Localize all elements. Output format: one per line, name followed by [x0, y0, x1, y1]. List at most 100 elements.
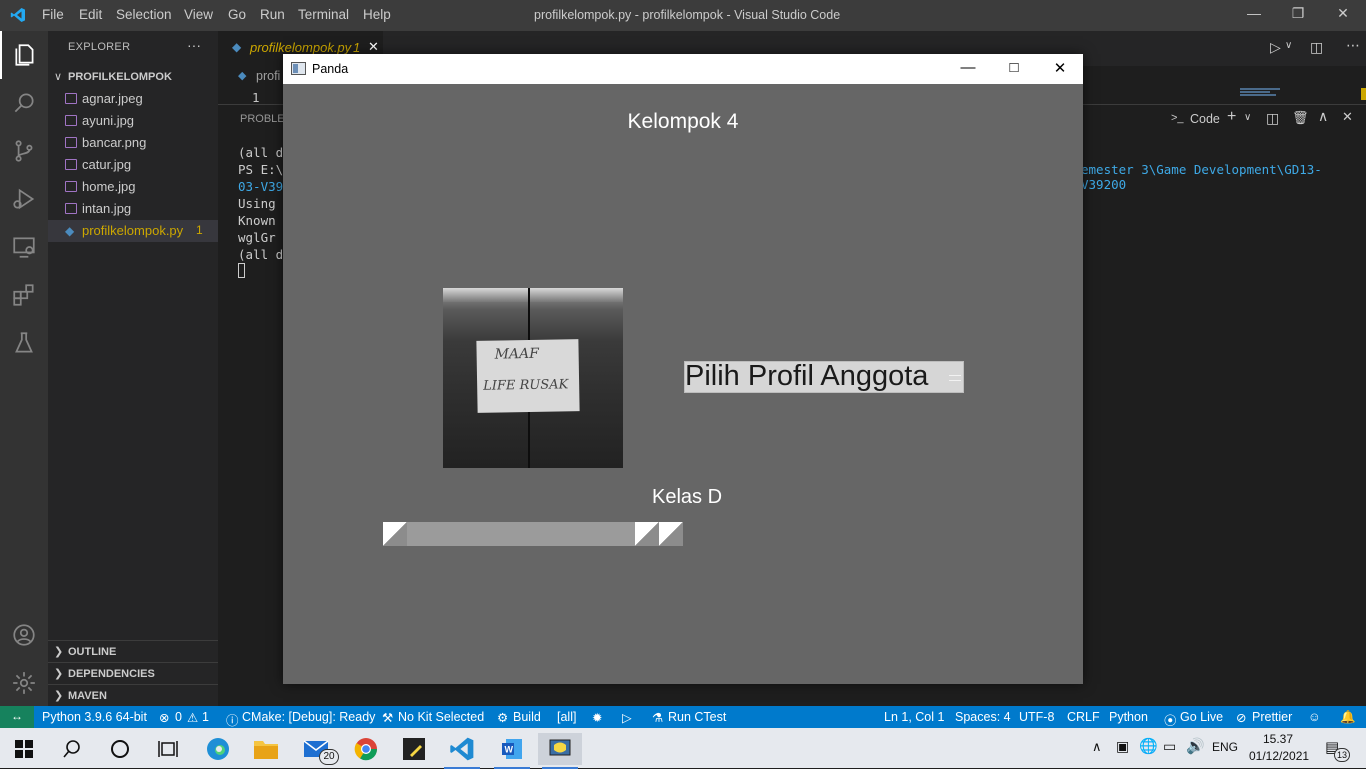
python-interpreter[interactable]: Python 3.9.6 64-bit — [42, 710, 147, 724]
windows-start-icon[interactable] — [2, 733, 46, 765]
edge-browser-icon[interactable] — [196, 733, 240, 765]
kill-terminal-icon[interactable]: 🗑 — [1292, 110, 1309, 126]
file-explorer-icon[interactable] — [244, 733, 288, 765]
menu-go[interactable]: Go — [228, 7, 246, 22]
warning-icon[interactable]: ⚠ — [187, 710, 198, 725]
terminal-line: wglGr — [238, 230, 276, 245]
close-icon[interactable]: ✕ — [1047, 59, 1073, 79]
network-globe-icon[interactable]: 🌐 — [1139, 737, 1158, 755]
split-editor-icon[interactable]: ◫ — [1310, 39, 1323, 56]
build-button[interactable]: Build — [513, 710, 541, 724]
account-icon[interactable] — [0, 611, 48, 659]
volume-icon[interactable]: 🔊 — [1186, 737, 1205, 755]
menu-selection[interactable]: Selection — [116, 7, 172, 22]
maximize-panel-icon[interactable]: ∧ — [1318, 108, 1328, 125]
menu-help[interactable]: Help — [363, 7, 391, 22]
settings-gear-icon[interactable] — [0, 659, 48, 707]
file-item[interactable]: ayuni.jpg — [48, 110, 218, 132]
debug-bug-icon[interactable]: ✹ — [592, 710, 602, 725]
terminal-selector[interactable]: Code — [1190, 112, 1220, 126]
split-terminal-icon[interactable]: ◫ — [1266, 110, 1279, 127]
scrollbar-thumb[interactable] — [635, 522, 659, 546]
launch-icon[interactable]: ▷ — [622, 710, 632, 725]
close-panel-icon[interactable]: ✕ — [1342, 109, 1353, 125]
menu-run[interactable]: Run — [260, 7, 285, 22]
scroll-left-arrow[interactable] — [383, 522, 407, 546]
horizontal-scrollbar[interactable] — [383, 522, 683, 546]
run-ctest-button[interactable]: Run CTest — [668, 710, 726, 724]
indentation[interactable]: Spaces: 4 — [955, 710, 1011, 724]
more-actions-icon[interactable]: ··· — [187, 37, 201, 53]
cmake-status[interactable]: CMake: [Debug]: Ready — [242, 710, 375, 724]
chevron-up-icon[interactable]: ∧ — [1092, 739, 1102, 755]
mail-icon[interactable]: 20 — [294, 733, 339, 765]
menu-terminal[interactable]: Terminal — [298, 7, 349, 22]
menu-edit[interactable]: Edit — [79, 7, 102, 22]
sticky-notes-icon[interactable] — [392, 733, 436, 765]
scroll-right-arrow[interactable] — [659, 522, 683, 546]
python-panda-app-icon[interactable] — [538, 733, 582, 769]
explorer-icon[interactable] — [0, 31, 48, 79]
scrollbar-track[interactable] — [407, 522, 635, 546]
cmake-kit[interactable]: No Kit Selected — [398, 710, 484, 724]
chevron-down-icon[interactable]: ∨ — [1285, 40, 1292, 51]
source-control-icon[interactable] — [0, 127, 48, 175]
warning-count[interactable]: 1 — [202, 710, 209, 724]
build-target[interactable]: [all] — [557, 710, 576, 724]
error-icon[interactable]: ⊗ — [159, 710, 169, 725]
meet-now-icon[interactable]: ▣ — [1116, 738, 1129, 755]
testing-icon[interactable] — [0, 319, 48, 367]
restore-icon[interactable]: ❐ — [1287, 5, 1309, 25]
search-icon[interactable] — [0, 79, 48, 127]
remote-explorer-icon[interactable] — [0, 223, 48, 271]
minimize-icon[interactable]: — — [1243, 5, 1265, 25]
line-ending[interactable]: CRLF — [1067, 710, 1100, 724]
chevron-down-icon[interactable]: ∨ — [1244, 112, 1251, 123]
file-item[interactable]: agnar.jpeg — [48, 88, 218, 110]
close-icon[interactable]: ✕ — [1332, 5, 1354, 25]
menu-view[interactable]: View — [184, 7, 213, 22]
vscode-logo-icon — [10, 7, 26, 23]
go-live-button[interactable]: Go Live — [1180, 710, 1223, 724]
chrome-browser-icon[interactable] — [344, 733, 388, 765]
task-view-icon[interactable] — [146, 733, 190, 765]
profile-dropdown[interactable]: Pilih Profil Anggota — [684, 360, 964, 393]
more-actions-icon[interactable]: ⋯ — [1346, 37, 1360, 54]
outline-section[interactable]: ❯ OUTLINE — [48, 640, 218, 662]
file-item[interactable]: bancar.png — [48, 132, 218, 154]
maximize-icon[interactable]: □ — [1001, 59, 1027, 79]
breadcrumb[interactable]: profi — [256, 69, 280, 83]
input-language[interactable]: ENG — [1212, 740, 1238, 754]
menu-file[interactable]: File — [42, 7, 64, 22]
notifications-bell-icon[interactable]: 🔔 — [1340, 710, 1356, 725]
encoding[interactable]: UTF-8 — [1019, 710, 1054, 724]
file-item[interactable]: catur.jpg — [48, 154, 218, 176]
search-icon[interactable] — [50, 733, 94, 765]
file-item[interactable]: home.jpg — [48, 176, 218, 198]
prettier-icon: ⊘ — [1236, 711, 1247, 725]
error-count[interactable]: 0 — [175, 710, 182, 724]
cursor-position[interactable]: Ln 1, Col 1 — [884, 710, 944, 724]
clock-time[interactable]: 15.37 — [1263, 732, 1293, 746]
minimize-icon[interactable]: — — [955, 59, 981, 79]
prettier-button[interactable]: Prettier — [1252, 710, 1292, 724]
add-terminal-icon[interactable]: + — [1227, 108, 1236, 126]
run-debug-icon[interactable] — [0, 175, 48, 223]
clock-date[interactable]: 01/12/2021 — [1249, 749, 1309, 763]
dependencies-section[interactable]: ❯ DEPENDENCIES — [48, 662, 218, 684]
word-icon[interactable]: W — [490, 733, 534, 769]
vscode-taskbar-icon[interactable] — [440, 733, 484, 769]
folder-header[interactable]: ∨ PROFILKELOMPOK — [48, 66, 218, 88]
cortana-icon[interactable] — [98, 733, 142, 765]
maven-section[interactable]: ❯ MAVEN — [48, 684, 218, 706]
remote-indicator-icon[interactable]: ↔ — [0, 706, 34, 728]
run-python-icon[interactable]: ▷ — [1270, 39, 1281, 56]
battery-icon[interactable]: ▭ — [1163, 738, 1176, 755]
file-item[interactable]: intan.jpg — [48, 198, 218, 220]
file-item-active[interactable]: ◆ profilkelompok.py 1 — [48, 220, 218, 242]
close-tab-icon[interactable]: ✕ — [368, 39, 379, 55]
language-mode[interactable]: Python — [1109, 710, 1148, 724]
feedback-icon[interactable]: ☺ — [1308, 710, 1321, 724]
extensions-icon[interactable] — [0, 271, 48, 319]
minimap[interactable] — [1240, 88, 1288, 96]
